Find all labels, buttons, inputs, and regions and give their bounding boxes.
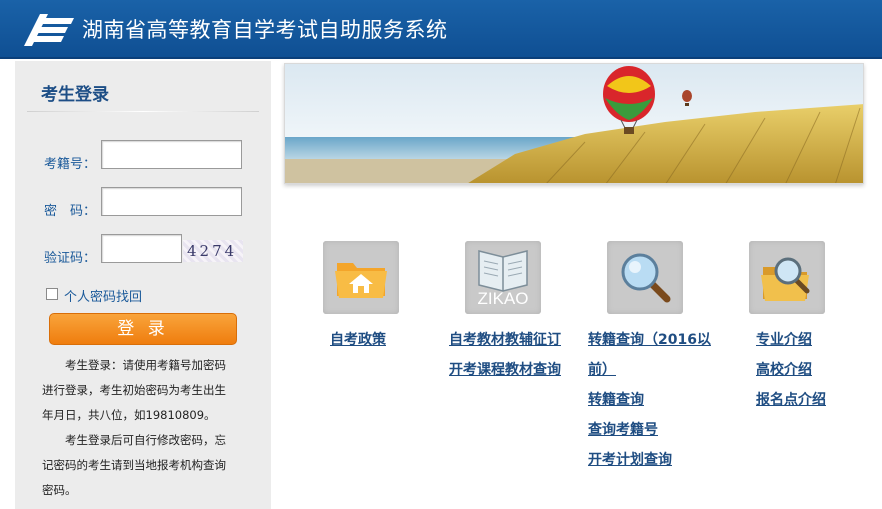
divider [27, 111, 259, 112]
exam-id-label: 考籍号： [44, 157, 97, 172]
exam-id-input[interactable] [101, 140, 242, 169]
login-button[interactable]: 登 录 [49, 313, 237, 345]
link-course-textbook[interactable]: 开考课程教材查询 [449, 355, 561, 385]
notice-line: 记密码的考生请到当地报考机构查询 [42, 458, 226, 472]
captcha-input[interactable] [101, 234, 182, 263]
header-bar: 湖南省高等教育自学考试自助服务系统 [0, 0, 882, 59]
password-label: 密 码： [44, 204, 97, 219]
link-transfer-pre2016[interactable]: 转籍查询（2016以 [588, 325, 711, 355]
login-notice: 考生登录：请使用考籍号加密码 进行登录，考生初始密码为考生出生 年月日，共八位，… [42, 353, 247, 503]
notice-line: 密码。 [42, 483, 77, 497]
link-plan-query[interactable]: 开考计划查询 [588, 445, 672, 475]
notice-line: 年月日，共八位，如19810809。 [42, 408, 216, 422]
magnifier-icon [621, 253, 671, 303]
password-input[interactable] [101, 187, 242, 216]
intro-tile[interactable] [749, 241, 825, 314]
notice-line: 进行登录，考生初始密码为考生出生 [42, 383, 226, 397]
folder-search-icon [761, 257, 810, 301]
captcha-label: 验证码： [44, 251, 97, 266]
link-exam-id-query[interactable]: 查询考籍号 [588, 415, 658, 445]
link-major-intro[interactable]: 专业介绍 [756, 325, 812, 355]
login-panel: 考生登录 考籍号： 密 码： 验证码： 4274 个人密码找回 登 录 考生登录… [15, 61, 271, 509]
link-school-intro[interactable]: 高校介绍 [756, 355, 812, 385]
recover-password-label[interactable]: 个人密码找回 [64, 286, 142, 305]
login-title: 考生登录 [41, 85, 109, 105]
notice-line: 考生登录：请使用考籍号加密码 [42, 358, 226, 372]
zikao-label: ZIKAO [477, 289, 529, 308]
site-title: 湖南省高等教育自学考试自助服务系统 [82, 18, 448, 42]
recover-password-checkbox[interactable] [46, 288, 58, 300]
link-policy[interactable]: 自考政策 [330, 325, 386, 355]
link-textbook-solicit[interactable]: 自考教材教辅征订 [449, 325, 561, 355]
captcha-image[interactable]: 4274 [183, 240, 243, 262]
zikao-tile[interactable]: ZIKAO [465, 241, 541, 314]
policy-tile[interactable] [323, 241, 399, 314]
notice-line: 考生登录后可自行修改密码，忘 [42, 433, 226, 447]
folder-home-icon [335, 263, 387, 298]
banner-image [284, 63, 864, 184]
site-logo-icon [24, 14, 74, 46]
link-transfer-pre2016-cont[interactable]: 前） [588, 355, 616, 385]
link-transfer-query[interactable]: 转籍查询 [588, 385, 644, 415]
link-site-intro[interactable]: 报名点介绍 [756, 385, 826, 415]
transfer-query-tile[interactable] [607, 241, 683, 314]
